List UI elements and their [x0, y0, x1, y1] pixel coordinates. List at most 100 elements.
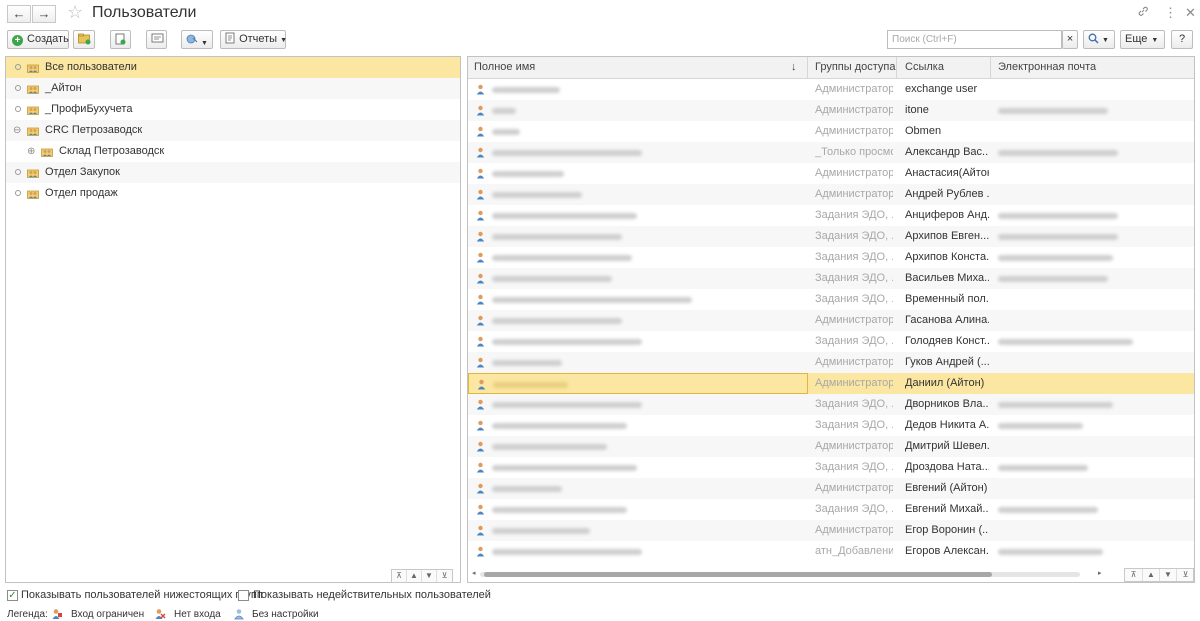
table-row[interactable]: Администратор... Obmen: [468, 121, 1194, 142]
help-button[interactable]: ?: [1171, 30, 1193, 49]
tree-item[interactable]: Отдел продаж: [6, 183, 460, 204]
scroll-down-button[interactable]: ▼: [422, 570, 437, 582]
table-row[interactable]: Администратор... Гуков Андрей (...: [468, 352, 1194, 373]
scroll-down-button[interactable]: ▼: [1160, 569, 1177, 581]
reports-dropdown-button[interactable]: Отчеты ▼: [220, 30, 287, 49]
full-name-cell[interactable]: [468, 289, 808, 310]
show-invalid-checkbox[interactable]: [238, 590, 249, 601]
table-row[interactable]: Задания ЭДО, ... Евгений Михай...: [468, 499, 1194, 520]
tree-item[interactable]: Все пользователи: [6, 57, 460, 78]
more-options-icon[interactable]: ⋮: [1164, 5, 1177, 21]
actions-dropdown-button[interactable]: ▼: [181, 30, 213, 49]
full-name-cell[interactable]: [468, 394, 808, 415]
full-name-cell[interactable]: [468, 205, 808, 226]
user-icon: [476, 252, 485, 263]
table-row[interactable]: Администратор... Дмитрий Шевел...: [468, 436, 1194, 457]
full-name-cell[interactable]: [468, 142, 808, 163]
collapse-icon[interactable]: ⊖: [13, 120, 21, 141]
table-row[interactable]: Администратор... Андрей Рублев ...: [468, 184, 1194, 205]
expand-icon[interactable]: ⊕: [27, 141, 35, 162]
horizontal-scrollbar[interactable]: [480, 572, 1080, 577]
table-row[interactable]: Администратор... Егор Воронин (...: [468, 520, 1194, 541]
full-name-cell[interactable]: [468, 163, 808, 184]
table-row[interactable]: Задания ЭДО, ... Васильев Миха...: [468, 268, 1194, 289]
link-cell: Дедов Никита А...: [905, 419, 989, 431]
clear-search-button[interactable]: ×: [1062, 30, 1078, 49]
column-header-access-groups[interactable]: Группы доступа: [815, 57, 895, 78]
table-row[interactable]: Задания ЭДО, ... Дворников Вла...: [468, 394, 1194, 415]
table-row[interactable]: Задания ЭДО, ... Архипов Конста...: [468, 247, 1194, 268]
full-name-cell[interactable]: [468, 184, 808, 205]
full-name-cell[interactable]: [468, 100, 808, 121]
full-name-cell[interactable]: [468, 268, 808, 289]
table-row[interactable]: Задания ЭДО, ... Архипов Евген...: [468, 226, 1194, 247]
table-row[interactable]: Администратор... Гасанова Алина...: [468, 310, 1194, 331]
full-name-cell[interactable]: [468, 541, 808, 562]
tree-item[interactable]: _ПрофиБухучета: [6, 99, 460, 120]
full-name-cell[interactable]: [468, 247, 808, 268]
more-button[interactable]: Еще ▼: [1120, 30, 1165, 49]
tree-item[interactable]: _Айтон: [6, 78, 460, 99]
column-header-full-name[interactable]: Полное имя: [474, 57, 535, 78]
table-row[interactable]: атн_Добавлени... Егоров Алексан...: [468, 541, 1194, 562]
access-groups-cell: Администратор...: [815, 314, 893, 326]
scroll-right-icon[interactable]: ▸: [1098, 569, 1102, 577]
tree-item[interactable]: ⊕ Склад Петрозаводск: [6, 141, 460, 162]
full-name-cell[interactable]: [468, 121, 808, 142]
column-header-link[interactable]: Ссылка: [905, 57, 944, 78]
full-name-cell[interactable]: [468, 499, 808, 520]
redacted-name: [492, 402, 642, 408]
table-row[interactable]: Администратор... Анастасия(Айтон): [468, 163, 1194, 184]
scroll-top-button[interactable]: ⊼: [1125, 569, 1143, 581]
full-name-cell[interactable]: [468, 352, 808, 373]
create-group-button[interactable]: [73, 30, 95, 49]
link-cell: itone: [905, 104, 929, 116]
full-name-cell[interactable]: [468, 79, 808, 100]
table-row[interactable]: Задания ЭДО, ... Анциферов Анд...: [468, 205, 1194, 226]
copy-button[interactable]: [110, 30, 131, 49]
scroll-bottom-button[interactable]: ⊻: [437, 570, 452, 582]
search-input[interactable]: [887, 30, 1062, 49]
table-row[interactable]: Задания ЭДО, ... Временный пол...: [468, 289, 1194, 310]
close-icon[interactable]: ✕: [1185, 5, 1196, 21]
scroll-top-button[interactable]: ⊼: [392, 570, 407, 582]
table-row[interactable]: Администратор... exchange user: [468, 79, 1194, 100]
table-row[interactable]: Задания ЭДО, ... Дроздова Ната...: [468, 457, 1194, 478]
full-name-cell[interactable]: [468, 310, 808, 331]
show-subordinate-checkbox[interactable]: ✓: [7, 590, 18, 601]
full-name-cell[interactable]: [468, 457, 808, 478]
forward-button[interactable]: →: [32, 5, 56, 23]
create-button[interactable]: + Создать: [7, 30, 69, 49]
redacted-name: [492, 339, 642, 345]
full-name-cell[interactable]: [468, 373, 808, 394]
full-name-cell[interactable]: [468, 331, 808, 352]
scrollbar-thumb[interactable]: [484, 572, 992, 577]
table-row[interactable]: Задания ЭДО, ... Голодяев Конст...: [468, 331, 1194, 352]
sort-down-icon[interactable]: ↓: [791, 57, 797, 78]
tree-item[interactable]: Отдел Закупок: [6, 162, 460, 183]
back-button[interactable]: ←: [7, 5, 31, 23]
table-row[interactable]: Администратор... Даниил (Айтон): [468, 373, 1194, 394]
table-row[interactable]: Задания ЭДО, ... Дедов Никита А...: [468, 415, 1194, 436]
table-row[interactable]: Администратор... Евгений (Айтон): [468, 478, 1194, 499]
full-name-cell[interactable]: [468, 478, 808, 499]
access-groups-cell: Администратор...: [815, 83, 893, 95]
scroll-up-button[interactable]: ▲: [1143, 569, 1160, 581]
full-name-cell[interactable]: [468, 415, 808, 436]
column-header-email[interactable]: Электронная почта: [998, 57, 1096, 78]
link-icon[interactable]: [1137, 5, 1149, 20]
table-row[interactable]: Администратор... itone: [468, 100, 1194, 121]
redacted-name: [492, 171, 564, 177]
tree-item[interactable]: ⊖ CRC Петрозаводск: [6, 120, 460, 141]
scroll-bottom-button[interactable]: ⊻: [1177, 569, 1194, 581]
full-name-cell[interactable]: [468, 436, 808, 457]
full-name-cell[interactable]: [468, 520, 808, 541]
table-row[interactable]: _Только просмо... Александр Вас...: [468, 142, 1194, 163]
message-button[interactable]: [146, 30, 167, 49]
search-button[interactable]: ▼: [1083, 30, 1115, 49]
link-cell: Временный пол...: [905, 293, 989, 305]
scroll-up-button[interactable]: ▲: [407, 570, 422, 582]
scroll-left-icon[interactable]: ◂: [472, 569, 476, 577]
full-name-cell[interactable]: [468, 226, 808, 247]
favorite-star-icon[interactable]: ☆: [67, 2, 83, 23]
